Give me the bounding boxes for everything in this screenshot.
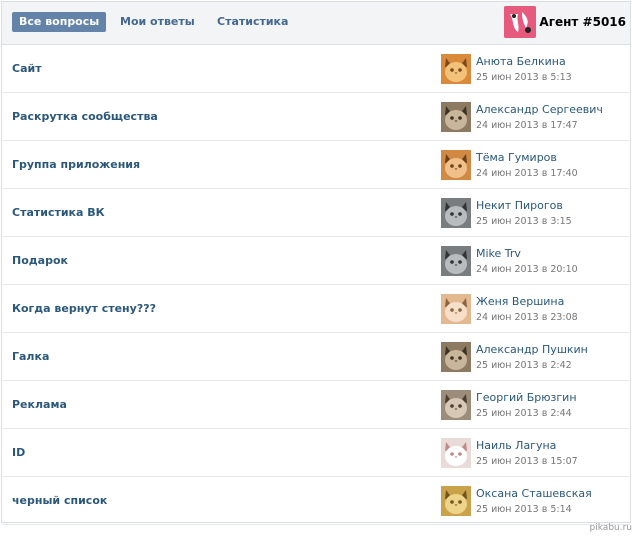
yellow-kitten-icon[interactable] — [441, 486, 471, 516]
tab-my-answers[interactable]: Мои ответы — [120, 12, 195, 32]
watermark: pikabu.ru — [589, 523, 632, 533]
white-kitten-icon[interactable] — [441, 438, 471, 468]
author-name[interactable]: Александр Пушкин — [476, 343, 588, 356]
question-row[interactable]: черный список Оксана Сташевская 25 июн 2… — [2, 477, 630, 525]
tab-statistics[interactable]: Статистика — [217, 12, 288, 32]
question-title[interactable]: Когда вернут стену??? — [12, 302, 156, 315]
author-name[interactable]: Александр Сергеевич — [476, 103, 603, 116]
question-date: 24 июн 2013 в 23:08 — [476, 312, 578, 323]
question-date: 25 июн 2013 в 15:07 — [476, 456, 578, 467]
question-title[interactable]: Галка — [12, 350, 49, 363]
question-row[interactable]: Сайт Анюта Белкина 25 июн 2013 в 5:13 — [2, 45, 630, 93]
author-name[interactable]: Оксана Сташевская — [476, 487, 592, 500]
question-row[interactable]: Подарок Mike Trv 24 июн 2013 в 20:10 — [2, 237, 630, 285]
question-date: 24 июн 2013 в 17:47 — [476, 120, 578, 131]
question-title[interactable]: Раскрутка сообщества — [12, 110, 158, 123]
author-name[interactable]: Анюта Белкина — [476, 55, 566, 68]
question-date: 25 июн 2013 в 5:13 — [476, 72, 572, 83]
question-row[interactable]: Реклама Георгий Брюзгин 25 июн 2013 в 2:… — [2, 381, 630, 429]
question-row[interactable]: Статистика ВК Некит Пирогов 25 июн 2013 … — [2, 189, 630, 237]
question-row[interactable]: Когда вернут стену??? Женя Вершина 24 ию… — [2, 285, 630, 333]
question-row[interactable]: ID Наиль Лагуна 25 июн 2013 в 15:07 — [2, 429, 630, 477]
author-name[interactable]: Женя Вершина — [476, 295, 564, 308]
question-date: 24 июн 2013 в 20:10 — [476, 264, 578, 275]
tabby-cat-icon[interactable] — [441, 342, 471, 372]
author-name[interactable]: Mike Trv — [476, 247, 521, 260]
question-row[interactable]: Галка Александр Пушкин 25 июн 2013 в 2:4… — [2, 333, 630, 381]
question-date: 25 июн 2013 в 3:15 — [476, 216, 572, 227]
question-title[interactable]: Группа приложения — [12, 158, 140, 171]
question-date: 25 июн 2013 в 2:44 — [476, 408, 572, 419]
grey-cat-icon[interactable] — [441, 246, 471, 276]
tab-all-questions[interactable]: Все вопросы — [12, 12, 107, 32]
agent-name: Агент #5016 — [539, 15, 626, 29]
ginger-kitten-icon[interactable] — [441, 150, 471, 180]
author-name[interactable]: Георгий Брюзгин — [476, 391, 577, 404]
orange-kitten-icon[interactable] — [441, 54, 471, 84]
question-title[interactable]: Сайт — [12, 62, 42, 75]
question-date: 25 июн 2013 в 2:42 — [476, 360, 572, 371]
author-name[interactable]: Некит Пирогов — [476, 199, 563, 212]
question-row[interactable]: Группа приложения Тёма Гумиров 24 июн 20… — [2, 141, 630, 189]
author-name[interactable]: Наиль Лагуна — [476, 439, 556, 452]
tabby-cat-icon[interactable] — [441, 102, 471, 132]
question-title[interactable]: черный список — [12, 494, 107, 507]
question-title[interactable]: Статистика ВК — [12, 206, 105, 219]
question-row[interactable]: Раскрутка сообщества Александр Сергеевич… — [2, 93, 630, 141]
question-date: 24 июн 2013 в 17:40 — [476, 168, 578, 179]
kitten-icon[interactable] — [441, 294, 471, 324]
agent-logo-icon — [504, 6, 537, 38]
question-date: 25 июн 2013 в 5:14 — [476, 504, 572, 515]
agent-badge: Агент #5016 — [504, 6, 626, 38]
cat-face-icon[interactable] — [441, 390, 471, 420]
question-title[interactable]: Реклама — [12, 398, 67, 411]
author-name[interactable]: Тёма Гумиров — [476, 151, 557, 164]
grey-cat-icon[interactable] — [441, 198, 471, 228]
tabs-bar: Все вопросы Мои ответы Статистика Агент … — [2, 2, 630, 45]
question-title[interactable]: Подарок — [12, 254, 68, 267]
questions-panel: Все вопросы Мои ответы Статистика Агент … — [1, 1, 631, 525]
question-title[interactable]: ID — [12, 446, 25, 459]
